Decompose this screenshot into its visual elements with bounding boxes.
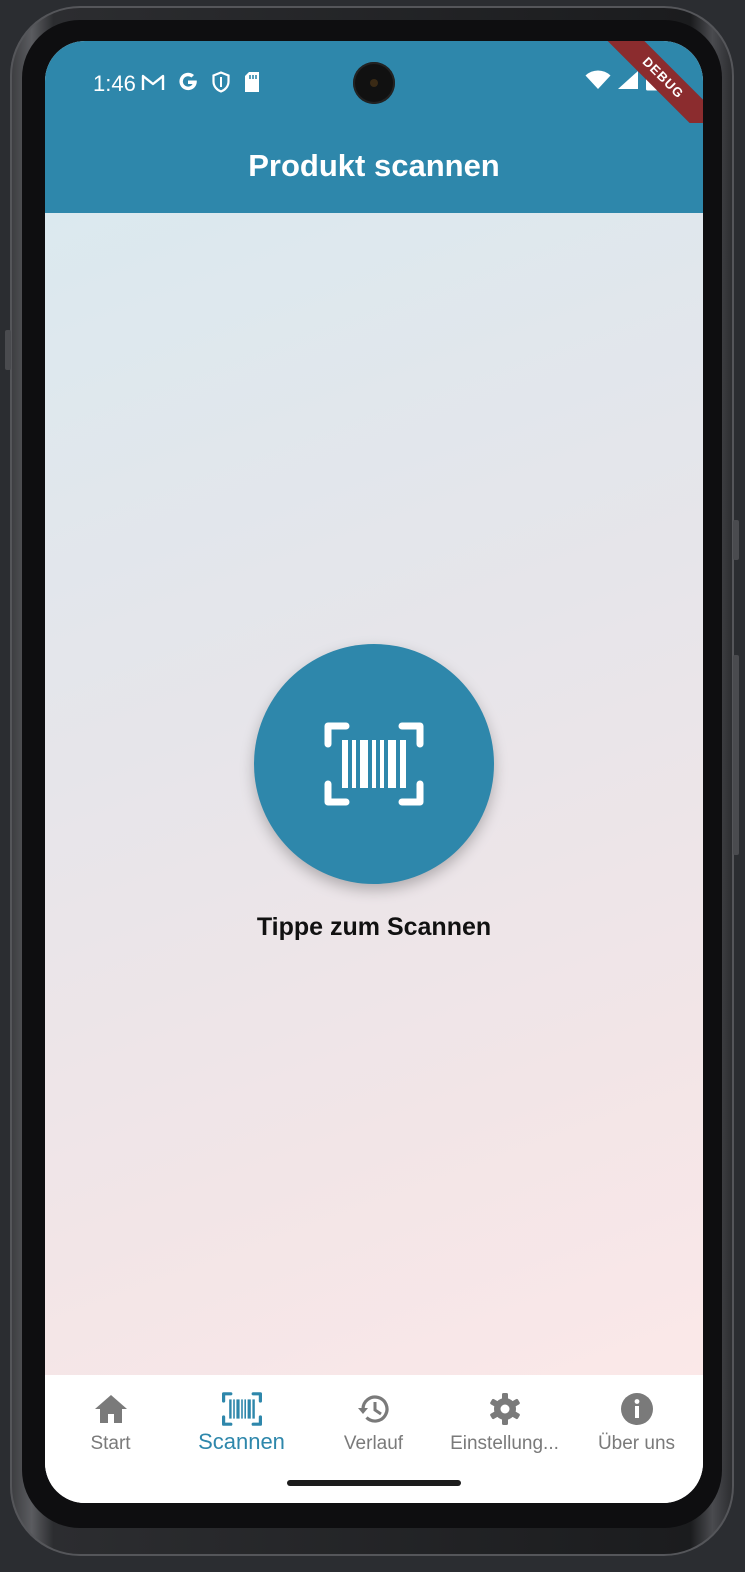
status-time: 1:46	[93, 71, 136, 96]
nav-label-scannen: Scannen	[198, 1429, 285, 1454]
nav-label-verlauf: Verlauf	[343, 1433, 404, 1454]
signal-icon	[618, 71, 638, 89]
nav-item-start[interactable]: Start	[45, 1375, 176, 1465]
barcode-scan-icon	[221, 1392, 262, 1426]
page-title: Produkt scannen	[248, 148, 500, 183]
wifi-icon	[585, 70, 611, 89]
shield-icon	[212, 71, 230, 93]
screen: 1:46 DEBUG Produkt scannen Tippe zum Sca…	[45, 41, 703, 1503]
home-indicator[interactable]	[287, 1480, 461, 1486]
nav-item-ueber-uns[interactable]: Über uns	[571, 1375, 702, 1465]
status-bar: 1:46 DEBUG	[45, 41, 703, 144]
side-button-left	[5, 330, 11, 370]
front-camera	[353, 62, 395, 104]
status-notification-icons	[141, 71, 261, 93]
volume-button	[733, 655, 739, 855]
nav-label-ueber-uns: Über uns	[597, 1433, 676, 1454]
sd-card-icon	[245, 72, 259, 92]
barcode-scan-icon	[324, 722, 424, 806]
nav-item-einstellungen[interactable]: Einstellung...	[439, 1375, 570, 1465]
nav-label-start: Start	[90, 1433, 131, 1454]
gear-icon	[489, 1393, 520, 1425]
history-icon	[357, 1395, 389, 1423]
scan-button[interactable]	[254, 644, 494, 884]
info-icon	[620, 1393, 653, 1425]
nav-item-verlauf[interactable]: Verlauf	[308, 1375, 439, 1465]
gmail-icon	[141, 74, 165, 90]
scan-hint-label: Tippe zum Scannen	[256, 913, 492, 941]
home-icon	[94, 1395, 127, 1423]
nav-label-einstellungen: Einstellung...	[450, 1433, 559, 1454]
scan-content: Tippe zum Scannen	[45, 213, 703, 1375]
nav-item-scannen[interactable]: Scannen	[176, 1375, 307, 1465]
google-icon	[179, 72, 197, 91]
power-button	[733, 520, 739, 560]
app-bar: Produkt scannen	[45, 123, 703, 213]
